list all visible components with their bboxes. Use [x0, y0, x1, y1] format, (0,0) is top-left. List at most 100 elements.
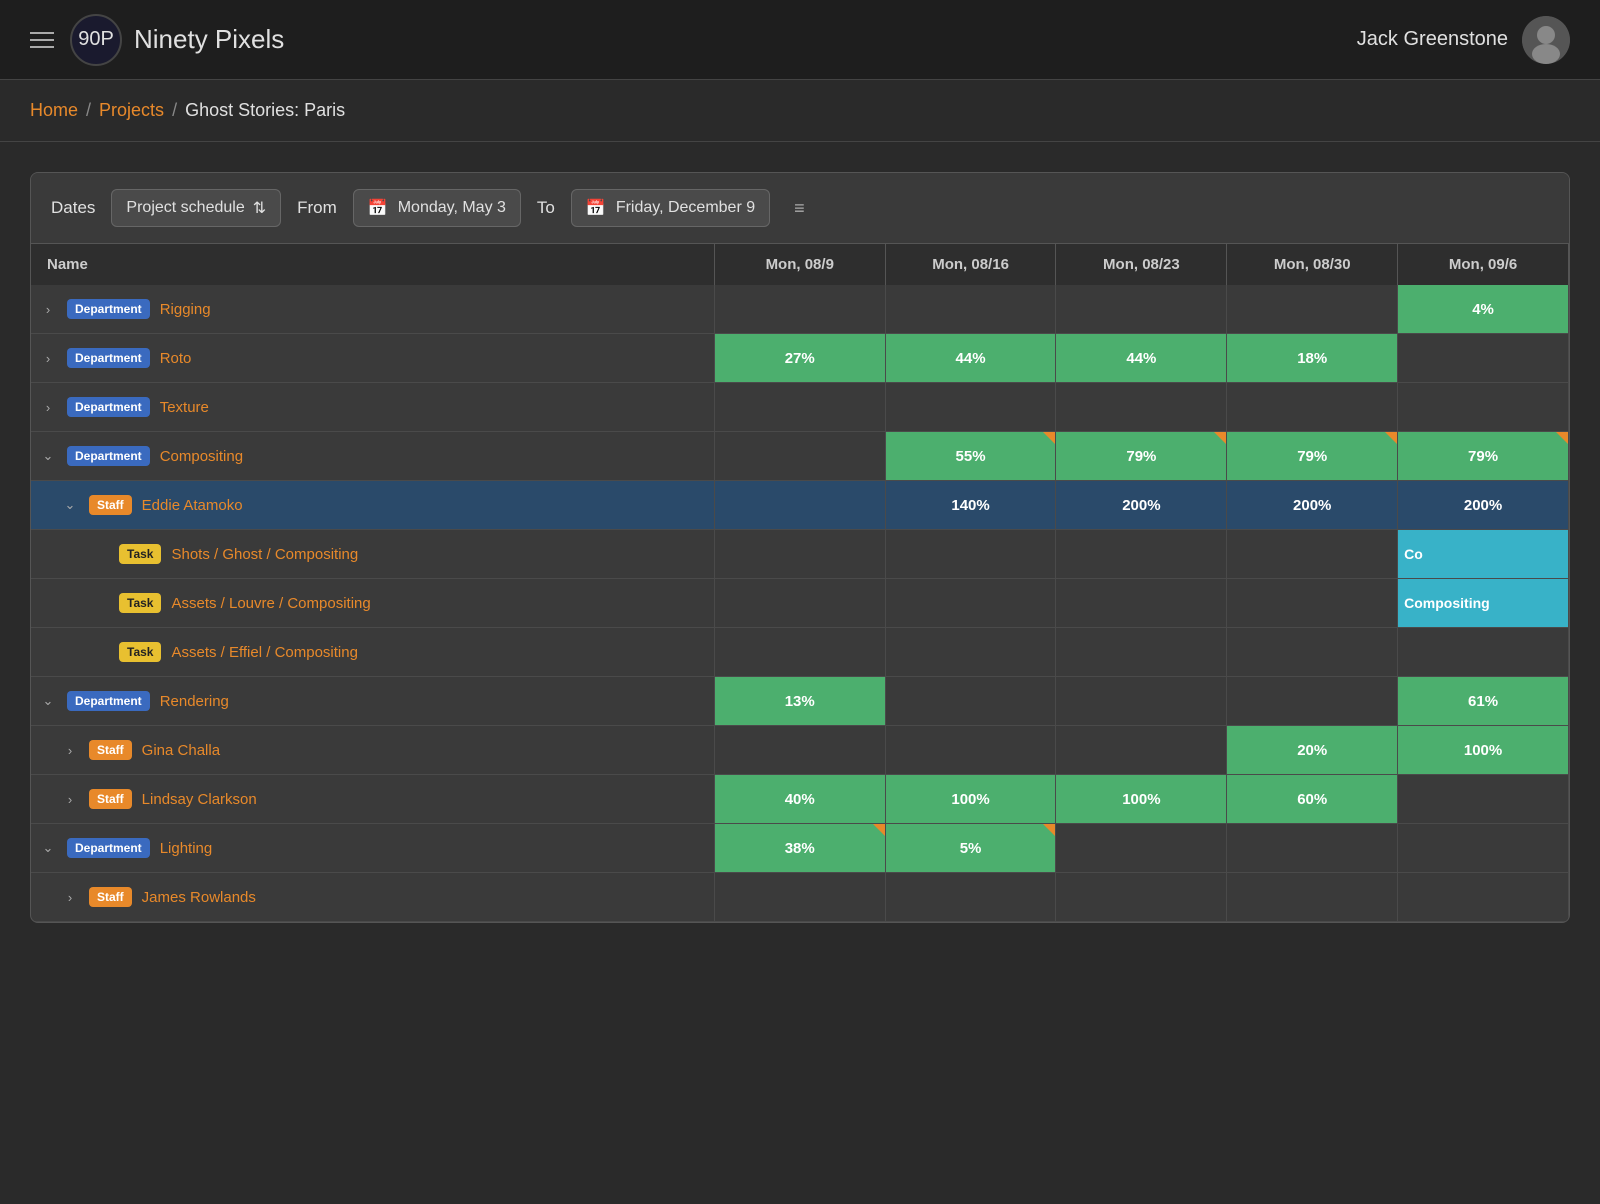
row-label-rendering: Rendering [160, 693, 229, 710]
row-label-roto: Roto [160, 350, 192, 367]
breadcrumb-sep1: / [86, 100, 91, 121]
from-date-value: Monday, May 3 [398, 199, 506, 217]
chevron-texture[interactable]: › [39, 398, 57, 416]
cell-rigging-col2 [1056, 285, 1227, 334]
cell-task-assets-effiel-col2 [1056, 628, 1227, 677]
cell-task-shots-col4: Co [1398, 530, 1569, 579]
table-row: ⌄StaffEddie Atamoko140%200%200%200% [31, 481, 1569, 530]
name-cell-compositing: ⌄DepartmentCompositing [31, 432, 714, 481]
badge-eddie: Staff [89, 495, 132, 515]
name-cell-task-assets-effiel: TaskAssets / Effiel / Compositing [31, 628, 714, 677]
cell-compositing-col3: 79% [1227, 432, 1398, 481]
to-calendar-icon: 📅 [586, 198, 606, 218]
chevron-rendering[interactable]: ⌄ [39, 692, 57, 710]
cell-rigging-col3 [1227, 285, 1398, 334]
chevron-task-assets-louvre [91, 594, 109, 612]
from-label: From [297, 198, 337, 218]
cell-rendering-col3 [1227, 677, 1398, 726]
chevron-compositing[interactable]: ⌄ [39, 447, 57, 465]
schedule-container: Dates Project schedule ⇅ From 📅 Monday, … [30, 172, 1570, 923]
breadcrumb-home[interactable]: Home [30, 100, 78, 121]
cell-gina-col4: 100% [1398, 726, 1569, 775]
hamburger-menu[interactable] [30, 32, 54, 48]
col-header-name: Name [31, 244, 714, 285]
cell-lighting-col1: 5% [885, 824, 1056, 873]
row-label-eddie: Eddie Atamoko [142, 497, 243, 514]
chevron-lindsay[interactable]: › [61, 790, 79, 808]
breadcrumb-projects[interactable]: Projects [99, 100, 164, 121]
badge-task-shots: Task [119, 544, 161, 564]
to-date-input[interactable]: 📅 Friday, December 9 [571, 189, 770, 227]
badge-compositing: Department [67, 446, 150, 466]
teal-partial-cell: Co [1398, 530, 1568, 578]
row-label-rigging: Rigging [160, 301, 211, 318]
breadcrumb-sep2: / [172, 100, 177, 121]
from-date-input[interactable]: 📅 Monday, May 3 [353, 189, 521, 227]
cell-compositing-col4: 79% [1398, 432, 1569, 481]
row-label-task-shots: Shots / Ghost / Compositing [171, 546, 358, 563]
cell-rendering-col0: 13% [714, 677, 885, 726]
schedule-value: Project schedule [126, 199, 244, 217]
row-label-lighting: Lighting [160, 840, 213, 857]
cell-roto-col0: 27% [714, 334, 885, 383]
cell-task-shots-col1 [885, 530, 1056, 579]
corner-mark [1043, 432, 1055, 444]
cell-task-assets-louvre-col1 [885, 579, 1056, 628]
cell-rendering-col1 [885, 677, 1056, 726]
cell-texture-col1 [885, 383, 1056, 432]
cell-roto-col1: 44% [885, 334, 1056, 383]
chevron-roto[interactable]: › [39, 349, 57, 367]
table-row: ›DepartmentTexture [31, 383, 1569, 432]
cell-compositing-col0 [714, 432, 885, 481]
col-header-4: Mon, 08/30 [1227, 244, 1398, 285]
cell-eddie-col2: 200% [1056, 481, 1227, 530]
cell-lindsay-col2: 100% [1056, 775, 1227, 824]
cell-task-assets-louvre-col4: Compositing [1398, 579, 1569, 628]
schedule-toolbar: Dates Project schedule ⇅ From 📅 Monday, … [31, 173, 1569, 244]
cell-eddie-col3: 200% [1227, 481, 1398, 530]
cell-texture-col0 [714, 383, 885, 432]
chevron-eddie[interactable]: ⌄ [61, 496, 79, 514]
table-row: TaskAssets / Effiel / Compositing [31, 628, 1569, 677]
user-name: Jack Greenstone [1357, 28, 1508, 51]
chevron-james[interactable]: › [61, 888, 79, 906]
cell-task-assets-effiel-col3 [1227, 628, 1398, 677]
cell-task-assets-effiel-col4 [1398, 628, 1569, 677]
logo-icon: 90P [70, 14, 122, 66]
cell-compositing-col2: 79% [1056, 432, 1227, 481]
cell-task-assets-effiel-col0 [714, 628, 885, 677]
cell-roto-col4 [1398, 334, 1569, 383]
cell-lindsay-col0: 40% [714, 775, 885, 824]
col-header-5: Mon, 09/6 [1398, 244, 1569, 285]
cell-gina-col2 [1056, 726, 1227, 775]
table-row: ›StaffJames Rowlands [31, 873, 1569, 922]
chevron-task-shots [91, 545, 109, 563]
chevron-lighting[interactable]: ⌄ [39, 839, 57, 857]
cell-task-assets-louvre-col3 [1227, 579, 1398, 628]
table-row: ›DepartmentRoto27%44%44%18% [31, 334, 1569, 383]
corner-mark [1214, 432, 1226, 444]
breadcrumb: Home / Projects / Ghost Stories: Paris [0, 80, 1600, 142]
cell-eddie-col4: 200% [1398, 481, 1569, 530]
row-label-texture: Texture [160, 399, 209, 416]
schedule-select[interactable]: Project schedule ⇅ [111, 189, 281, 227]
cell-compositing-col1: 55% [885, 432, 1056, 481]
cell-gina-col0 [714, 726, 885, 775]
badge-roto: Department [67, 348, 150, 368]
name-cell-texture: ›DepartmentTexture [31, 383, 714, 432]
cell-eddie-col1: 140% [885, 481, 1056, 530]
cell-task-shots-col0 [714, 530, 885, 579]
table-row: ›StaffGina Challa20%100% [31, 726, 1569, 775]
chevron-rigging[interactable]: › [39, 300, 57, 318]
chevron-gina[interactable]: › [61, 741, 79, 759]
row-label-gina: Gina Challa [142, 742, 220, 759]
toolbar-menu-icon[interactable]: ≡ [794, 198, 805, 219]
corner-mark [873, 824, 885, 836]
row-label-task-assets-effiel: Assets / Effiel / Compositing [171, 644, 357, 661]
cell-gina-col1 [885, 726, 1056, 775]
badge-lindsay: Staff [89, 789, 132, 809]
compositing-cell: Compositing [1398, 579, 1568, 627]
badge-rigging: Department [67, 299, 150, 319]
cell-lighting-col0: 38% [714, 824, 885, 873]
cell-lighting-col4 [1398, 824, 1569, 873]
